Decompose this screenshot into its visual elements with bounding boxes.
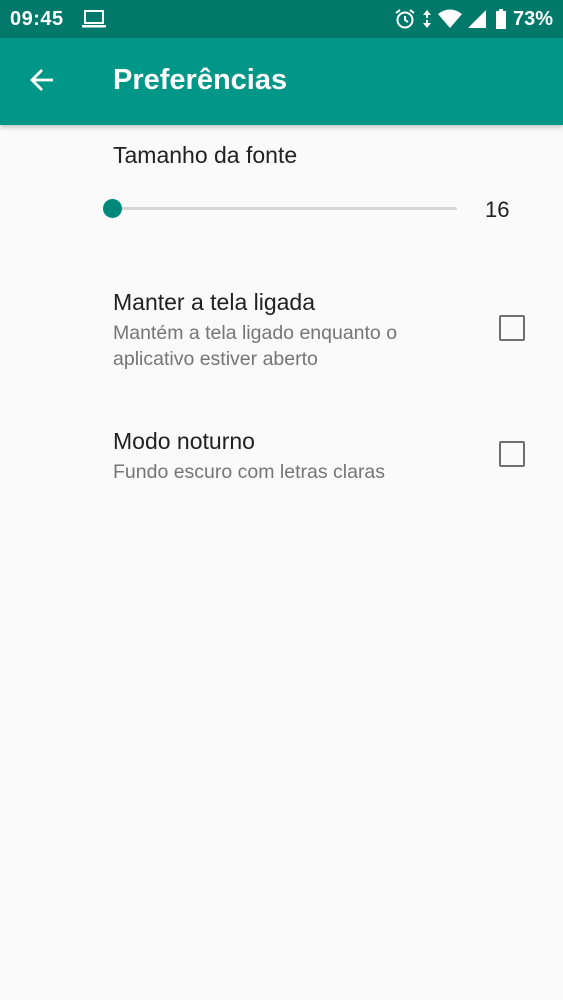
slider-thumb[interactable] [102,199,122,218]
night-mode-checkbox[interactable] [499,441,525,467]
app-bar: Preferências [0,38,563,125]
laptop-icon [82,9,106,29]
wifi-icon [437,8,463,30]
font-size-value: 16 [485,197,510,222]
keep-screen-on-row[interactable]: Manter a tela ligada Mantém a tela ligad… [0,272,563,392]
keep-screen-on-title: Manter a tela ligada [113,289,316,315]
font-size-title: Tamanho da fonte [113,142,298,168]
slider-track [112,207,457,210]
data-arrows-icon [422,8,432,30]
battery-icon [495,8,507,30]
arrow-left-icon [29,68,55,97]
keep-screen-on-summary: Mantém a tela ligado enquanto o aplicati… [113,322,398,370]
signal-icon [467,8,487,30]
keep-screen-on-checkbox[interactable] [499,315,525,341]
night-mode-row[interactable]: Modo noturno Fundo escuro com letras cla… [0,412,563,502]
back-button[interactable] [18,58,66,106]
alarm-icon [394,8,416,30]
page-title: Preferências [113,64,288,96]
night-mode-title: Modo noturno [113,428,255,454]
status-time: 09:45 [10,8,64,30]
battery-percent: 73% [512,7,553,30]
status-bar: 09:45 73% [0,0,563,38]
font-size-slider[interactable] [102,196,465,222]
status-icons: 73% [394,6,553,32]
night-mode-summary: Fundo escuro com letras claras [113,461,386,483]
